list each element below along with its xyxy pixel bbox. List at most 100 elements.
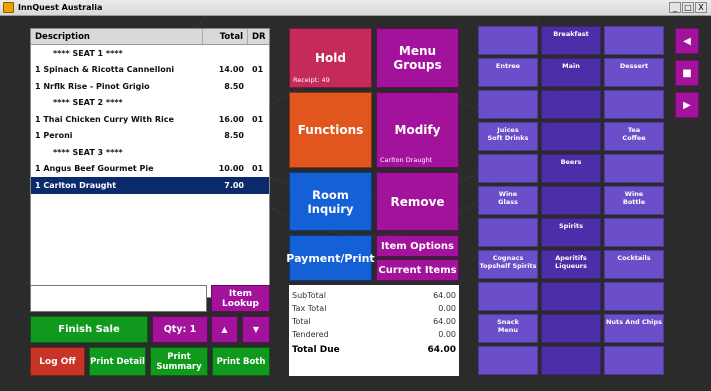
menu-category-button[interactable]: Wine Glass xyxy=(478,186,538,215)
item-lookup-button[interactable]: Item Lookup xyxy=(211,285,270,312)
item-options-button[interactable]: Item Options xyxy=(376,235,459,257)
order-item-row[interactable]: 1 Spinach & Ricotta Cannelloni 14.00 01 xyxy=(31,62,269,79)
order-item-row[interactable]: 1 Carlton Draught 7.00 xyxy=(31,177,269,194)
tax-value: 0.00 xyxy=(438,304,456,313)
seat-header-row[interactable]: **** SEAT 1 **** xyxy=(31,45,269,62)
subtotal-label: SubTotal xyxy=(292,291,326,300)
order-item-row[interactable]: 1 Angus Beef Gourmet Pie 10.00 01 xyxy=(31,161,269,178)
menu-category-button[interactable] xyxy=(604,90,664,119)
menu-category-button[interactable]: Main xyxy=(541,58,601,87)
minimize-button[interactable]: _ xyxy=(669,2,681,13)
functions-button[interactable]: Functions xyxy=(289,92,372,168)
square-icon: ■ xyxy=(682,67,692,79)
print-detail-button[interactable]: Print Detail xyxy=(89,347,146,376)
maximize-button[interactable]: □ xyxy=(682,2,694,13)
print-summary-button[interactable]: Print Summary xyxy=(150,347,208,376)
menu-category-button[interactable] xyxy=(541,346,601,375)
menu-category-button[interactable] xyxy=(604,282,664,311)
order-item-row[interactable]: 1 Peroni 8.50 xyxy=(31,128,269,145)
log-off-button[interactable]: Log Off xyxy=(30,347,85,376)
menu-category-button[interactable]: Aperitifs Liqueurs xyxy=(541,250,601,279)
menu-category-button[interactable] xyxy=(604,218,664,247)
menu-category-button[interactable] xyxy=(478,346,538,375)
title-bar: InnQuest Australia _ □ X xyxy=(0,0,711,16)
menu-category-button[interactable] xyxy=(478,26,538,55)
remove-button[interactable]: Remove xyxy=(376,172,459,231)
menu-category-button[interactable] xyxy=(478,282,538,311)
chevron-left-icon: ◀ xyxy=(683,35,691,47)
item-description: 1 Thai Chicken Curry With Rice xyxy=(35,114,174,124)
menu-category-button[interactable]: Tea Coffee xyxy=(604,122,664,151)
total-due-value: 64.00 xyxy=(427,344,456,355)
tendered-label: Tendered xyxy=(292,330,329,339)
menu-groups-button[interactable]: Menu Groups xyxy=(376,28,459,88)
finish-sale-button[interactable]: Finish Sale xyxy=(30,316,148,343)
menu-category-button[interactable] xyxy=(604,154,664,183)
menu-category-button[interactable] xyxy=(541,90,601,119)
item-dr: 01 xyxy=(252,164,264,174)
app-icon xyxy=(3,2,14,13)
order-item-row[interactable]: 1 Thai Chicken Curry With Rice 16.00 01 xyxy=(31,111,269,128)
menu-category-button[interactable]: Beers xyxy=(541,154,601,183)
item-description: 1 Angus Beef Gourmet Pie xyxy=(35,164,154,174)
menu-category-button[interactable] xyxy=(541,282,601,311)
item-search-input[interactable] xyxy=(30,285,207,312)
seat-header-row[interactable]: **** SEAT 2 **** xyxy=(31,95,269,112)
total-value: 64.00 xyxy=(433,317,456,326)
item-total: 10.00 xyxy=(218,164,244,174)
menu-category-button[interactable] xyxy=(604,346,664,375)
menu-category-button[interactable] xyxy=(604,26,664,55)
header-dr: DR xyxy=(252,32,266,42)
menu-category-button[interactable] xyxy=(478,154,538,183)
qty-up-button[interactable]: ▲ xyxy=(211,316,238,343)
menu-category-button[interactable]: Dessert xyxy=(604,58,664,87)
hold-label: Hold xyxy=(315,51,346,65)
seat-header-row[interactable]: **** SEAT 3 **** xyxy=(31,144,269,161)
item-description: 1 Peroni xyxy=(35,131,73,141)
hold-button[interactable]: Hold Receipt: 49 xyxy=(289,28,372,88)
window-title: InnQuest Australia xyxy=(18,3,103,12)
menu-category-button[interactable]: Cognacs Topshelf Spirits xyxy=(478,250,538,279)
menu-category-button[interactable] xyxy=(478,90,538,119)
qty-button[interactable]: Qty: 1 xyxy=(152,316,208,343)
payment-print-button[interactable]: Payment/Print xyxy=(286,235,375,281)
order-list[interactable]: Description Total DR **** SEAT 1 **** 1 S… xyxy=(30,28,270,298)
menu-category-button[interactable] xyxy=(541,314,601,343)
room-inquiry-button[interactable]: Room Inquiry xyxy=(289,172,372,231)
tax-label: Tax Total xyxy=(292,304,327,313)
prev-page-button[interactable]: ◀ xyxy=(675,28,699,54)
modify-button[interactable]: Modify Carlton Draught xyxy=(376,92,459,168)
item-total: 14.00 xyxy=(218,65,244,75)
menu-category-button[interactable]: Breakfast xyxy=(541,26,601,55)
menu-category-button[interactable] xyxy=(541,122,601,151)
menu-category-button[interactable]: Cocktails xyxy=(604,250,664,279)
stop-button[interactable]: ■ xyxy=(675,60,699,86)
close-button[interactable]: X xyxy=(695,2,707,13)
menu-category-button[interactable]: Entree xyxy=(478,58,538,87)
menu-category-button[interactable] xyxy=(478,218,538,247)
totals-panel: SubTotal 64.00 Tax Total 0.00 Total 64.00 T… xyxy=(289,285,459,376)
order-list-header: Description Total DR xyxy=(31,29,269,45)
menu-category-button[interactable] xyxy=(541,186,601,215)
receipt-number: Receipt: 49 xyxy=(293,76,330,84)
current-items-button[interactable]: Current Items xyxy=(376,259,459,281)
modify-label: Modify xyxy=(394,123,441,137)
item-total: 16.00 xyxy=(218,114,244,124)
item-dr: 01 xyxy=(252,65,264,75)
item-description: **** SEAT 3 **** xyxy=(53,147,123,157)
menu-category-button[interactable]: Nuts And Chips xyxy=(604,314,664,343)
pos-main-area: Description Total DR **** SEAT 1 **** 1 S… xyxy=(0,16,711,391)
menu-category-button[interactable]: Wine Bottle xyxy=(604,186,664,215)
print-both-button[interactable]: Print Both xyxy=(212,347,270,376)
next-page-button[interactable]: ▶ xyxy=(675,92,699,118)
menu-category-button[interactable]: Snack Menu xyxy=(478,314,538,343)
item-description: **** SEAT 1 **** xyxy=(53,48,123,58)
chevron-right-icon: ▶ xyxy=(683,99,691,111)
menu-category-button[interactable]: Spirits xyxy=(541,218,601,247)
item-description: 1 Carlton Draught xyxy=(35,180,117,190)
qty-down-button[interactable]: ▼ xyxy=(242,316,270,343)
item-dr: 01 xyxy=(252,114,264,124)
menu-category-button[interactable]: Juices Soft Drinks xyxy=(478,122,538,151)
total-due-label: Total Due xyxy=(292,344,340,355)
order-item-row[interactable]: 1 Nrflk Rise - Pinot Grigio 8.50 xyxy=(31,78,269,95)
